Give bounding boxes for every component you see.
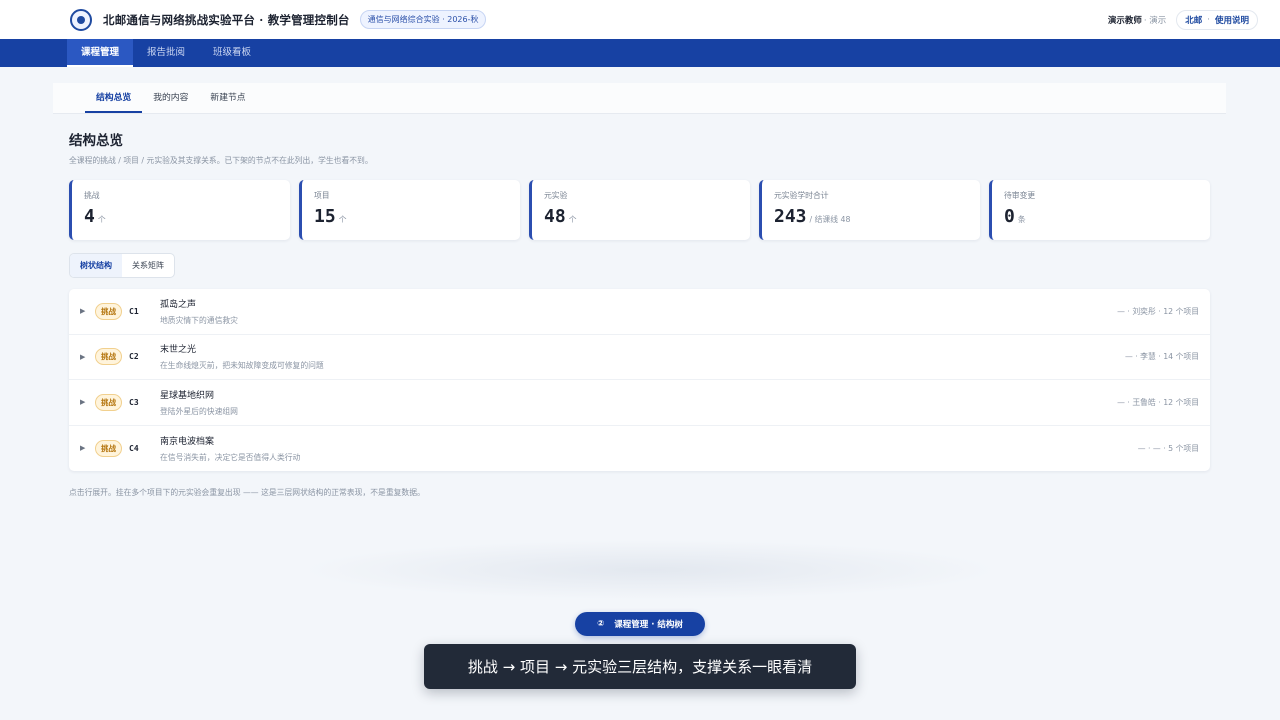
caption-text: 挑战 → 项目 → 元实验三层结构，支撑关系一眼看清 xyxy=(467,658,813,676)
nav-class-board[interactable]: 班级看板 xyxy=(199,39,265,67)
node-name: 孤岛之声 xyxy=(160,299,197,310)
tree-row[interactable]: ▶ 挑战 C1 孤岛之声 地质灾情下的通信救灾 — · 刘奕彤 · 12 个项目 xyxy=(69,289,1210,335)
node-meta: — · 刘奕彤 · 12 个项目 xyxy=(1117,306,1199,316)
app-title: 北邮通信与网络挑战实验平台 · 教学管理控制台 xyxy=(103,12,350,27)
caret-right-icon[interactable]: ▶ xyxy=(80,307,95,315)
stat-unit: 个 xyxy=(568,215,577,224)
stat-label: 元实验学时合计 xyxy=(774,191,829,200)
top-header: 北邮通信与网络挑战实验平台 · 教学管理控制台 通信与网络综合实验 · 2026… xyxy=(0,0,1280,39)
university-logo-icon xyxy=(70,8,92,31)
stat-value: 48 xyxy=(544,206,566,227)
view-toggle: 树状结构 关系矩阵 xyxy=(69,253,175,278)
stat-card-total-hours: 元实验学时合计 243/ 结课线 48 xyxy=(759,180,980,240)
node-code: C3 xyxy=(129,397,139,407)
tree-row[interactable]: ▶ 挑战 C3 星球基地织网 登陆外星后的快速组网 — · 王鲁皓 · 12 个… xyxy=(69,380,1210,426)
tab-my-content[interactable]: 我的内容 xyxy=(142,83,199,113)
stat-card-projects: 项目 15 个 xyxy=(299,180,520,240)
main-nav: 课程管理 报告批阅 班级看板 xyxy=(0,39,1280,67)
page-description: 全课程的挑战 / 项目 / 元实验及其支撑关系。已下架的节点不在此列出，学生也看… xyxy=(69,156,373,165)
node-code: C1 xyxy=(129,306,139,316)
stat-value: 15 xyxy=(314,206,336,227)
stat-label: 挑战 xyxy=(84,191,100,200)
header-pill-group: 北邮 · 使用说明 xyxy=(1176,9,1258,30)
type-badge: 挑战 xyxy=(95,439,122,457)
pill-separator: · xyxy=(1207,14,1210,25)
stat-value: 4 xyxy=(84,206,95,227)
term-badge: 通信与网络综合实验 · 2026-秋 xyxy=(359,10,487,29)
stat-label: 待审变更 xyxy=(1004,191,1036,200)
nav-report-review[interactable]: 报告批阅 xyxy=(133,39,199,67)
stat-unit: 个 xyxy=(338,215,347,224)
stats-row: 挑战 4个 项目 15 个 元实验 48 个 元实验学时合计 243/ 结课线 48… xyxy=(69,180,1210,240)
caption-banner: 挑战 → 项目 → 元实验三层结构，支撑关系一眼看清 xyxy=(424,644,856,689)
sub-tabs: 结构总览 我的内容 新建节点 xyxy=(53,83,1226,114)
nav-course-management[interactable]: 课程管理 xyxy=(67,39,134,67)
node-code: C2 xyxy=(129,352,139,362)
campus-link[interactable]: 北邮 xyxy=(1185,14,1202,26)
type-badge: 挑战 xyxy=(95,302,122,320)
node-name: 末世之光 xyxy=(160,345,197,356)
node-code: C4 xyxy=(129,443,139,453)
node-meta: — · 李慧 · 14 个项目 xyxy=(1124,352,1199,362)
node-subtitle: 在信号消失前，决定它是否值得人类行动 xyxy=(160,452,301,462)
type-badge: 挑战 xyxy=(95,393,122,411)
teacher-name: 演示教师 xyxy=(1107,15,1142,26)
header-right: 演示教师 · 演示 北邮 · 使用说明 xyxy=(1107,9,1258,30)
stat-label: 元实验 xyxy=(544,191,568,200)
node-meta: — · 王鲁皓 · 12 个项目 xyxy=(1117,397,1199,407)
stat-label: 项目 xyxy=(314,191,330,200)
teacher-role: · 演示 xyxy=(1143,15,1167,26)
matrix-view-button[interactable]: 关系矩阵 xyxy=(122,254,174,277)
footnote: 点击行展开。挂在多个项目下的元实验会重复出现 —— 这是三层网状结构的正常表现，… xyxy=(69,488,425,497)
caret-right-icon[interactable]: ▶ xyxy=(80,353,95,361)
help-link[interactable]: 使用说明 xyxy=(1215,14,1249,26)
type-badge: 挑战 xyxy=(95,348,122,366)
tree-row[interactable]: ▶ 挑战 C2 末世之光 在生命线熄灭前，把未知故障变成可修复的问题 — · 李… xyxy=(69,335,1210,380)
background-glow xyxy=(300,540,1000,600)
stat-card-meta-experiments: 元实验 48 个 xyxy=(529,180,750,240)
node-name: 星球基地织网 xyxy=(160,390,215,401)
caret-right-icon[interactable]: ▶ xyxy=(80,398,95,406)
tree-view-button[interactable]: 树状结构 xyxy=(70,254,122,277)
tab-new-node[interactable]: 新建节点 xyxy=(199,83,256,113)
main-content: 结构总览 我的内容 新建节点 结构总览 全课程的挑战 / 项目 / 元实验及其支… xyxy=(0,67,1280,498)
step-chip: ② 课程管理 · 结构树 xyxy=(575,612,705,636)
stat-value: 243 xyxy=(774,206,807,227)
node-subtitle: 登陆外星后的快速组网 xyxy=(160,406,238,416)
stat-card-challenges: 挑战 4个 xyxy=(69,180,290,240)
caret-right-icon[interactable]: ▶ xyxy=(80,444,95,452)
node-meta: — · — · 5 个项目 xyxy=(1137,443,1199,453)
step-number: ② xyxy=(597,619,605,629)
stat-unit: 个 xyxy=(97,215,106,224)
step-label: 课程管理 · 结构树 xyxy=(614,620,683,630)
stat-unit: 条 xyxy=(1017,215,1026,224)
structure-tree: ▶ 挑战 C1 孤岛之声 地质灾情下的通信救灾 — · 刘奕彤 · 12 个项目… xyxy=(69,289,1210,471)
stat-card-pending-changes: 待审变更 0条 xyxy=(989,180,1210,240)
node-subtitle: 在生命线熄灭前，把未知故障变成可修复的问题 xyxy=(160,361,324,371)
node-name: 南京电波档案 xyxy=(160,436,215,447)
overview-section: 结构总览 全课程的挑战 / 项目 / 元实验及其支撑关系。已下架的节点不在此列出… xyxy=(53,129,1226,498)
tree-row[interactable]: ▶ 挑战 C4 南京电波档案 在信号消失前，决定它是否值得人类行动 — · — … xyxy=(69,426,1210,472)
node-subtitle: 地质灾情下的通信救灾 xyxy=(160,315,238,325)
tab-structure-overview[interactable]: 结构总览 xyxy=(85,83,143,113)
page-title: 结构总览 xyxy=(69,133,123,149)
stat-unit: / 结课线 48 xyxy=(809,215,851,224)
stat-value: 0 xyxy=(1004,206,1015,227)
